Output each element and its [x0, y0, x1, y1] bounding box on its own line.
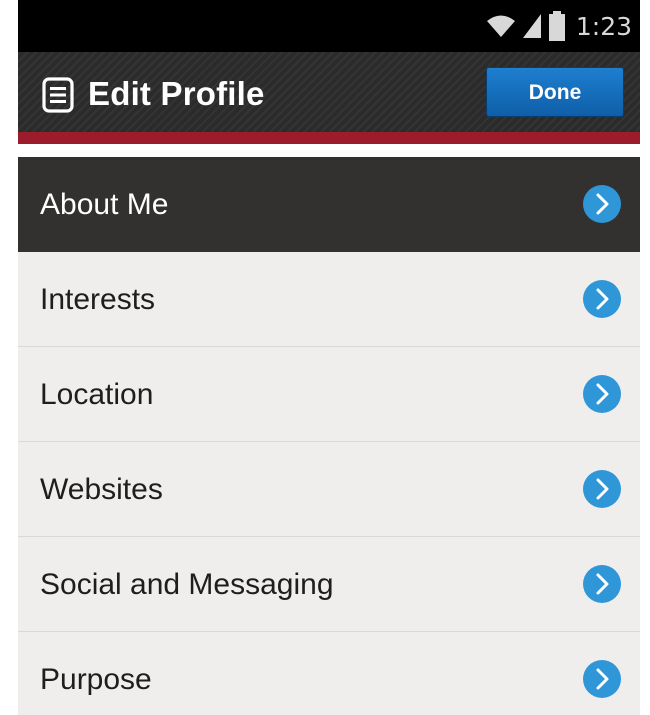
chevron-right-circle-icon	[583, 185, 621, 223]
chevron-right-circle-icon	[583, 565, 621, 603]
menu-icon[interactable]	[42, 77, 74, 113]
wifi-icon	[486, 15, 515, 37]
page-title: Edit Profile	[88, 75, 265, 112]
list-item-location[interactable]: Location	[18, 347, 640, 442]
done-button[interactable]: Done	[486, 67, 624, 117]
battery-icon	[548, 11, 565, 41]
list-item-label: Social and Messaging	[40, 568, 334, 601]
list-item-about-me[interactable]: About Me	[18, 157, 640, 252]
chevron-right-circle-icon	[583, 280, 621, 318]
header-stripe	[18, 132, 640, 144]
signal-icon	[522, 14, 541, 38]
list-item-interests[interactable]: Interests	[18, 252, 640, 347]
chevron-right-circle-icon	[583, 375, 621, 413]
profile-sections-list: About Me Interests Location Websites Soc…	[18, 157, 640, 715]
header-divider	[18, 144, 640, 157]
chevron-right-circle-icon	[583, 660, 621, 698]
list-item-label: Interests	[40, 283, 156, 316]
list-item-label: Purpose	[40, 663, 152, 696]
list-item-label: About Me	[40, 188, 169, 221]
chevron-right-circle-icon	[583, 470, 621, 508]
status-bar: 1:23	[18, 0, 640, 52]
list-item-social-and-messaging[interactable]: Social and Messaging	[18, 537, 640, 632]
list-item-label: Location	[40, 378, 154, 411]
action-bar: Edit Profile Done	[18, 52, 640, 132]
status-icons: 1:23	[486, 10, 632, 42]
status-time: 1:23	[575, 11, 632, 41]
list-item-purpose[interactable]: Purpose	[18, 632, 640, 715]
list-item-websites[interactable]: Websites	[18, 442, 640, 537]
list-item-label: Websites	[40, 473, 163, 506]
app-screen: 1:23 Edit Profile Done About Me Interest…	[18, 0, 640, 715]
